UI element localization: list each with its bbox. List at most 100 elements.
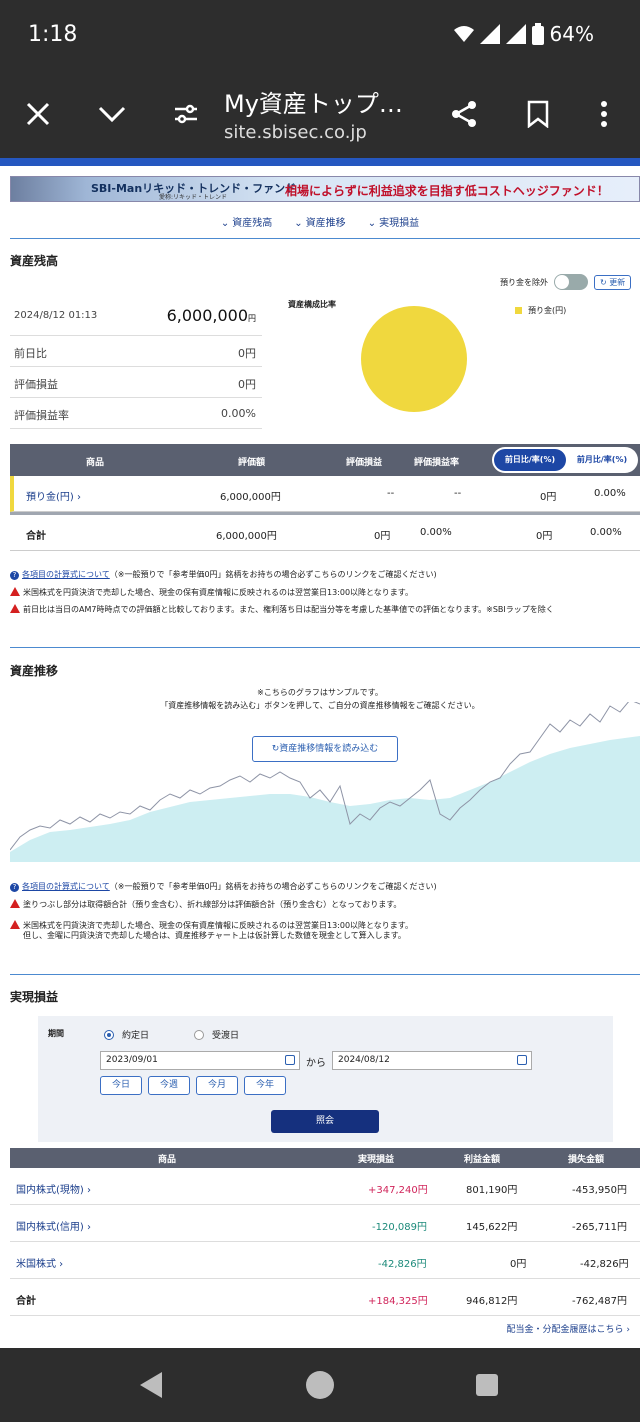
tab-day-compare[interactable]: 前日比/率(%) bbox=[494, 449, 566, 471]
col-product: 商品 bbox=[86, 458, 105, 468]
calendar-icon[interactable] bbox=[517, 1055, 527, 1065]
cell-loss: -42,826円 bbox=[580, 1259, 629, 1270]
quick-month-button[interactable]: 今月 bbox=[196, 1076, 238, 1095]
divider bbox=[10, 974, 640, 975]
cell-loss: -453,950円 bbox=[572, 1185, 627, 1196]
calc-formula-link[interactable]: 各項目の計算式について bbox=[22, 570, 110, 579]
warning-icon bbox=[10, 899, 20, 908]
cell-pl: -- bbox=[387, 488, 395, 499]
anchor-realized[interactable]: 実現損益 bbox=[368, 214, 419, 229]
total-label: 合計 bbox=[16, 1296, 36, 1307]
back-icon[interactable] bbox=[140, 1372, 162, 1398]
col-product: 商品 bbox=[158, 1155, 177, 1165]
more-menu-icon[interactable] bbox=[584, 94, 624, 134]
signal-icon-2 bbox=[505, 24, 526, 44]
site-settings-icon[interactable] bbox=[166, 94, 206, 134]
banner-tagline: 相場によらずに利益追求を目指す低コストヘッジファンド！ bbox=[285, 184, 609, 198]
warning-icon bbox=[10, 920, 20, 929]
help-icon: ? bbox=[10, 571, 19, 580]
status-time: 1:18 bbox=[28, 22, 78, 47]
table-row-total: 合計 6,000,000円 0円 0.00% 0円 0.00% bbox=[10, 515, 640, 551]
legend-swatch bbox=[515, 307, 522, 314]
allocation-pie-chart bbox=[361, 306, 467, 412]
total-day-rate: 0.00% bbox=[590, 527, 622, 538]
section-title-realized: 実現損益 bbox=[10, 990, 59, 1004]
load-trend-button[interactable]: ↻資産推移情報を読み込む bbox=[252, 736, 398, 762]
browser-url[interactable]: site.sbisec.co.jp bbox=[224, 122, 367, 143]
cell-realized-pl: -120,089円 bbox=[372, 1222, 427, 1233]
product-link[interactable]: 国内株式(信用) › bbox=[16, 1218, 91, 1233]
close-icon[interactable] bbox=[18, 94, 58, 134]
update-button[interactable]: ↻ 更新 bbox=[594, 274, 632, 290]
radio-settle-date[interactable]: 受渡日 bbox=[194, 1028, 239, 1041]
quick-week-button[interactable]: 今週 bbox=[148, 1076, 190, 1095]
radio-dot bbox=[194, 1029, 204, 1040]
battery-icon bbox=[531, 23, 544, 45]
exclude-deposit-control: 預り金を除外 ↻ 更新 bbox=[500, 274, 632, 290]
range-separator: から bbox=[306, 1058, 326, 1069]
exclude-deposit-label: 預り金を除外 bbox=[500, 277, 548, 287]
battery-level: 64% bbox=[549, 22, 594, 46]
status-bar: 1:18 64% bbox=[0, 0, 640, 70]
product-link[interactable]: 国内株式(現物) › bbox=[16, 1181, 91, 1196]
calc-formula-link[interactable]: 各項目の計算式について bbox=[22, 882, 110, 891]
recent-apps-icon[interactable] bbox=[476, 1374, 498, 1396]
bookmark-icon[interactable] bbox=[518, 94, 558, 134]
total-pl: 0円 bbox=[374, 531, 391, 542]
exclude-deposit-toggle[interactable] bbox=[554, 274, 588, 290]
total-label: 合計 bbox=[26, 531, 46, 542]
summary-label: 前日比 bbox=[14, 347, 47, 360]
total-realized-pl: +184,325円 bbox=[368, 1296, 428, 1307]
total-value: 6,000,000円 bbox=[216, 531, 277, 542]
cell-gain: 145,622円 bbox=[466, 1222, 518, 1233]
cell-pl-rate: -- bbox=[454, 488, 462, 499]
note-warning: 前日比は当日のAM7時時点での評価額と比較しております。また、権利落ち日は配当分… bbox=[10, 604, 554, 615]
cell-day: 0円 bbox=[540, 492, 557, 503]
chevron-down-icon[interactable] bbox=[92, 94, 132, 134]
summary-label: 評価損益 bbox=[14, 378, 58, 391]
date-to-input[interactable]: 2024/08/12 bbox=[332, 1051, 532, 1070]
col-pl: 評価損益 bbox=[346, 458, 383, 468]
asset-trend-sample-chart bbox=[10, 702, 640, 862]
signal-icon bbox=[479, 24, 500, 44]
col-value: 評価額 bbox=[238, 458, 266, 468]
table-row: 米国株式 › -42,826円 0円 -42,826円 bbox=[10, 1242, 640, 1279]
product-link[interactable]: 米国株式 › bbox=[16, 1255, 63, 1270]
query-button[interactable]: 照会 bbox=[271, 1110, 379, 1133]
fund-banner[interactable]: SBI-Manリキッド・トレンド・ファンド 愛称:リキッド・トレンド 相場によら… bbox=[10, 176, 640, 202]
share-icon[interactable] bbox=[444, 94, 484, 134]
holdings-table-header: 商品 評価額 評価損益 評価損益率 前日比/率(%) 前月比/率(%) bbox=[10, 444, 640, 476]
status-icons: 64% bbox=[453, 22, 594, 46]
browser-toolbar: My資産トップ… site.sbisec.co.jp bbox=[0, 70, 640, 158]
date-from-input[interactable]: 2023/09/01 bbox=[100, 1051, 300, 1070]
quick-year-button[interactable]: 今年 bbox=[244, 1076, 286, 1095]
wifi-icon bbox=[453, 26, 474, 42]
compare-toggle: 前日比/率(%) 前月比/率(%) bbox=[492, 447, 638, 473]
table-row: 国内株式(信用) › -120,089円 145,622円 -265,711円 bbox=[10, 1205, 640, 1242]
period-filter: 期間 約定日 受渡日 2023/09/01 から 2024/08/12 今日 今… bbox=[38, 1016, 613, 1142]
toggle-knob bbox=[555, 275, 569, 289]
cell-gain: 801,190円 bbox=[466, 1185, 518, 1196]
dividend-history-link[interactable]: 配当金・分配金履歴はこちら › bbox=[507, 1322, 630, 1335]
summary-value: 0.00% bbox=[221, 407, 256, 420]
warning-icon bbox=[10, 587, 20, 596]
divider bbox=[10, 238, 640, 239]
anchor-nav: 資産残高 資産推移 実現損益 bbox=[0, 214, 640, 229]
quick-today-button[interactable]: 今日 bbox=[100, 1076, 142, 1095]
anchor-balance[interactable]: 資産残高 bbox=[221, 214, 272, 229]
product-link[interactable]: 預り金(円) › bbox=[26, 488, 81, 503]
anchor-trend[interactable]: 資産推移 bbox=[294, 214, 346, 229]
note-warning: 米国株式を円貨決済で売却した場合、現金の保有資産情報に反映されるのは翌営業日13… bbox=[10, 587, 413, 598]
total-pl-rate: 0.00% bbox=[420, 527, 452, 538]
radio-trade-date[interactable]: 約定日 bbox=[104, 1028, 149, 1041]
home-icon[interactable] bbox=[306, 1371, 334, 1399]
cell-realized-pl: +347,240円 bbox=[368, 1185, 428, 1196]
note-calc: ? 各項目の計算式について（※一般預りで「参考単価0円」銘柄をお持ちの場合必ずこち… bbox=[10, 882, 437, 892]
note-warning: 塗りつぶし部分は取得額合計（預り金含む）、折れ線部分は評価額合計（預り金含む）と… bbox=[10, 899, 401, 910]
section-title-trend: 資産推移 bbox=[10, 664, 59, 678]
tab-month-compare[interactable]: 前月比/率(%) bbox=[568, 449, 636, 471]
calendar-icon[interactable] bbox=[285, 1055, 295, 1065]
legend-label: 預り金(円) bbox=[528, 306, 567, 315]
divider bbox=[10, 647, 640, 648]
summary-value: 0円 bbox=[238, 347, 256, 360]
